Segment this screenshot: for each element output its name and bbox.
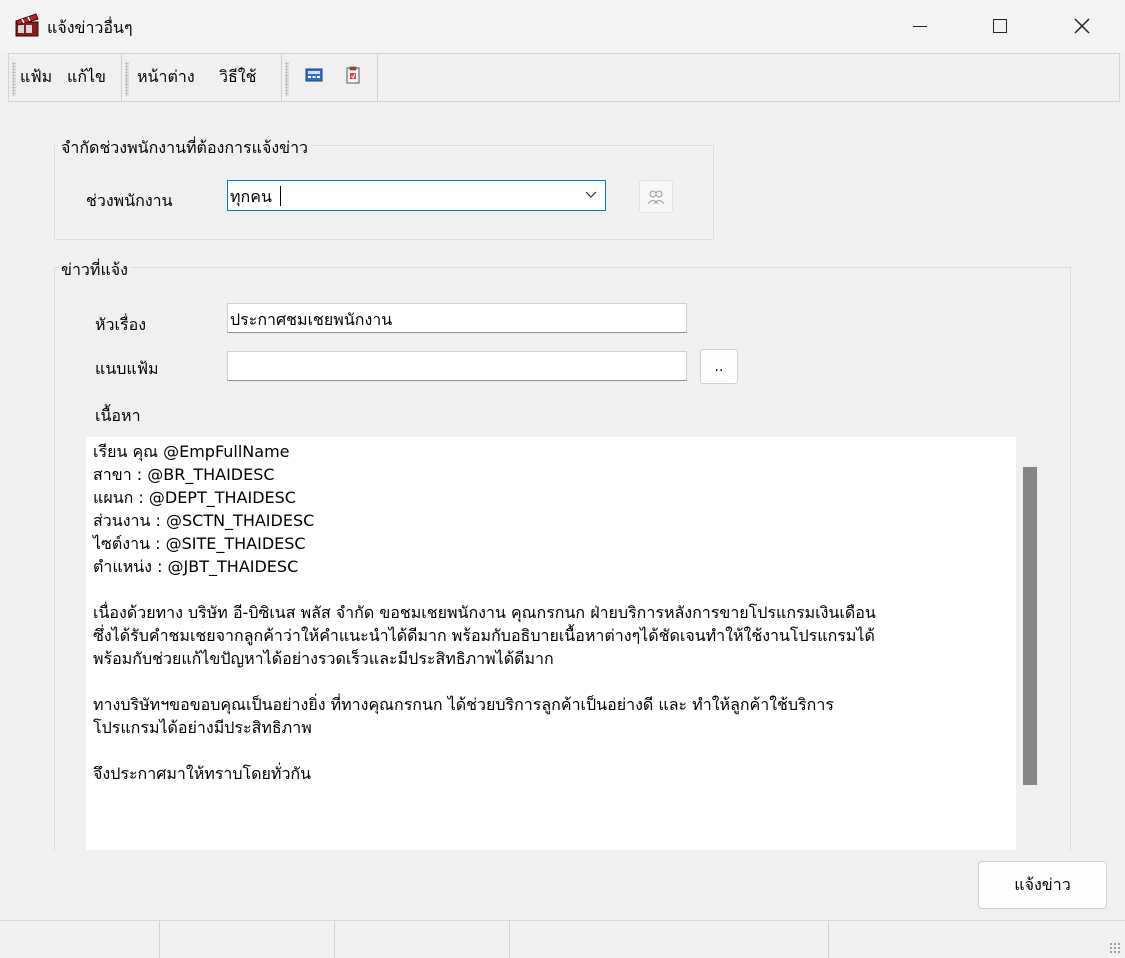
subject-input[interactable]: ประกาศชมเชยพนักงาน	[227, 303, 687, 333]
window-title: แจ้งข่าวอื่นๆ	[47, 18, 133, 37]
news-legend: ข่าวที่แจ้ง	[58, 258, 131, 283]
text-caret	[280, 186, 281, 206]
employee-picker-button[interactable]	[639, 180, 673, 213]
employee-range-label: ช่วงพนักงาน	[86, 191, 173, 210]
resize-grip[interactable]	[1109, 942, 1121, 954]
attach-input[interactable]	[227, 351, 687, 381]
menu-file[interactable]: แฟ้ม	[20, 65, 52, 90]
film-clapper-icon	[15, 13, 39, 37]
content-textarea[interactable]: เรียน คุณ @EmpFullName สาขา : @BR_THAIDE…	[86, 437, 1016, 850]
menu-separator	[281, 54, 282, 101]
subject-label: หัวเรื่อง	[95, 315, 147, 334]
browse-button[interactable]: ..	[700, 349, 738, 384]
status-separator	[334, 921, 335, 958]
employee-range-select[interactable]: ทุกคน	[227, 180, 606, 211]
status-separator	[509, 921, 510, 958]
content-line: พร้อมกับช่วยแก้ไขปัญหาได้อย่างรวดเร็วและ…	[93, 649, 554, 668]
content-line: เรียน คุณ @EmpFullName	[93, 442, 290, 461]
toolbar-grip[interactable]	[125, 62, 129, 96]
content-line: โปรแกรมได้อย่างมีประสิทธิภาพ	[93, 718, 312, 737]
minimize-icon	[913, 25, 927, 27]
minimize-button[interactable]	[880, 0, 960, 52]
content-label: เนื้อหา	[95, 406, 141, 425]
menu-bar: แฟ้ม แก้ไข หน้าต่าง วิธีใช้	[8, 53, 1120, 102]
content-line: แผนก : @DEPT_THAIDESC	[93, 488, 296, 507]
content-line: ไซต์งาน : @SITE_THAIDESC	[93, 534, 306, 553]
browse-button-label: ..	[714, 358, 724, 375]
content-scrollbar[interactable]	[1016, 437, 1045, 850]
subject-value: ประกาศชมเชยพนักงาน	[230, 310, 393, 329]
content-line: จึงประกาศมาให้ทราบโดยทั่วกัน	[93, 764, 312, 783]
people-search-icon	[647, 190, 665, 204]
chevron-down-icon[interactable]	[585, 188, 597, 200]
scrollbar-thumb[interactable]	[1023, 467, 1037, 785]
menu-separator	[377, 54, 378, 101]
attach-label: แนบแฟ้ม	[95, 359, 159, 378]
employee-range-value: ทุกคน	[230, 187, 272, 206]
calculator-icon[interactable]	[305, 66, 323, 84]
menu-help[interactable]: วิธีใช้	[219, 65, 256, 90]
content-line: ส่วนงาน : @SCTN_THAIDESC	[93, 511, 315, 530]
toolbar-grip[interactable]	[285, 62, 289, 96]
notify-button-label: แจ้งข่าว	[1014, 874, 1071, 894]
content-line: เนื่องด้วยทาง บริษัท อี-บิซิเนส พลัส จำก…	[93, 603, 876, 622]
title-bar: แจ้งข่าวอื่นๆ	[0, 0, 1125, 52]
maximize-button[interactable]	[960, 0, 1040, 52]
content-line: ตำแหน่ง : @JBT_THAIDESC	[93, 557, 299, 576]
content-line: ทางบริษัทฯขอขอบคุณเป็นอย่างยิ่ง ที่ทางคุ…	[93, 695, 834, 714]
menu-edit[interactable]: แก้ไข	[67, 65, 106, 90]
status-separator	[828, 921, 829, 958]
status-separator	[159, 921, 160, 958]
menu-separator	[121, 54, 122, 101]
employee-range-legend: จำกัดช่วงพนักงานที่ต้องการแจ้งข่าว	[58, 136, 312, 161]
clipboard-icon[interactable]	[344, 66, 362, 84]
maximize-icon	[993, 19, 1007, 33]
toolbar-grip[interactable]	[12, 62, 16, 96]
close-icon	[1074, 18, 1090, 34]
menu-window[interactable]: หน้าต่าง	[137, 65, 195, 90]
content-line: ซึ่งได้รับคำชมเชยจากลูกค้าว่าให้คำแนะนำไ…	[93, 626, 875, 645]
content-line: สาขา : @BR_THAIDESC	[93, 465, 275, 484]
status-bar	[0, 920, 1125, 958]
notify-button[interactable]: แจ้งข่าว	[978, 861, 1107, 909]
close-button[interactable]	[1042, 0, 1122, 52]
